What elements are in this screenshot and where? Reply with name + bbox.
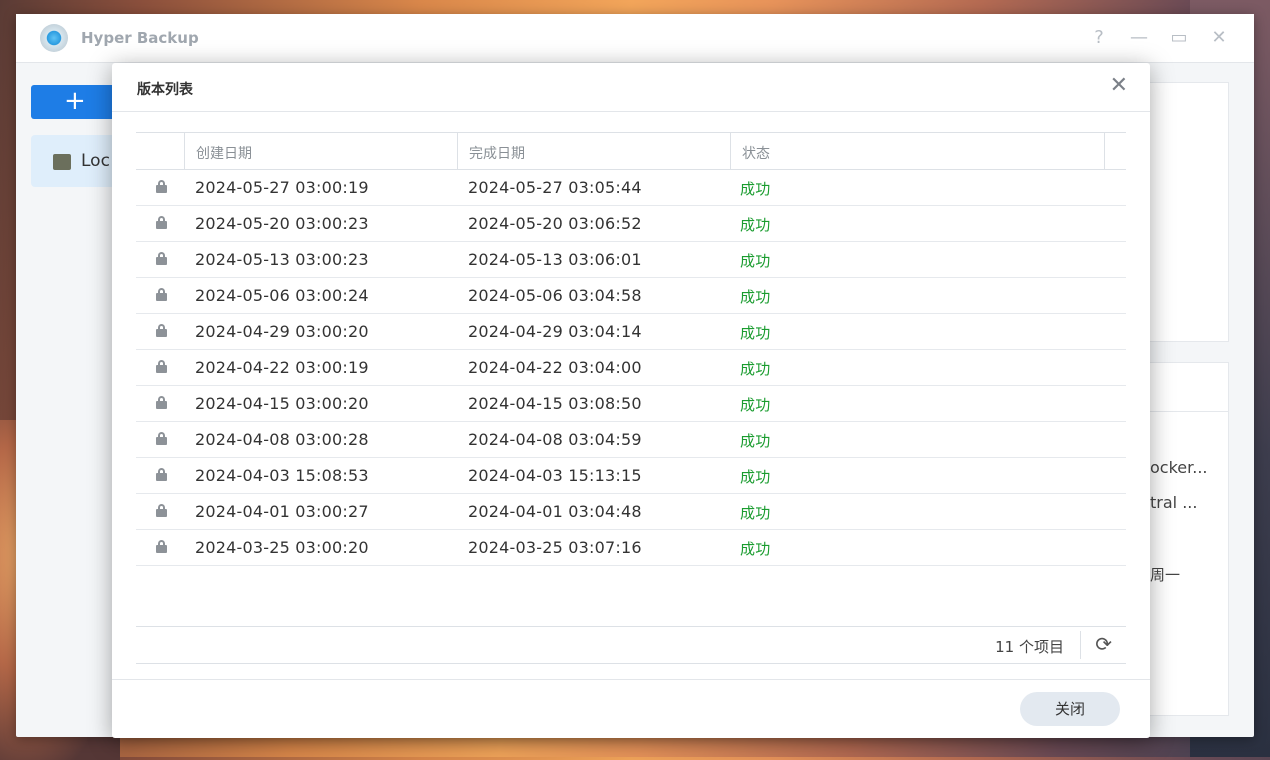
lock-icon [156, 468, 167, 481]
column-divider [184, 133, 185, 169]
refresh-icon[interactable]: ⟳ [1095, 632, 1112, 656]
cell-completed: 2024-05-06 03:04:58 [468, 286, 642, 305]
add-task-button[interactable]: + [31, 85, 115, 119]
cell-created: 2024-04-01 03:00:27 [195, 502, 369, 521]
cell-created: 2024-05-06 03:00:24 [195, 286, 369, 305]
item-count: 11 个项目 [995, 638, 1064, 656]
details-text-3: 周一 [1150, 566, 1181, 584]
cell-status: 成功 [740, 396, 771, 414]
table-row[interactable]: 2024-03-25 03:00:20 2024-03-25 03:07:16 成功 [136, 530, 1126, 566]
cell-status: 成功 [740, 288, 771, 306]
window-close-icon[interactable]: ✕ [1208, 27, 1230, 49]
lock-icon [156, 216, 167, 229]
close-button[interactable]: 关闭 [1020, 692, 1120, 726]
task-summary-panel [1144, 82, 1229, 342]
table-row[interactable]: 2024-05-13 03:00:23 2024-05-13 03:06:01 成功 [136, 242, 1126, 278]
cell-completed: 2024-05-13 03:06:01 [468, 250, 642, 269]
table-row[interactable]: 2024-04-29 03:00:20 2024-04-29 03:04:14 成功 [136, 314, 1126, 350]
column-divider [730, 133, 731, 169]
table-row[interactable]: 2024-04-08 03:00:28 2024-04-08 03:04:59 成功 [136, 422, 1126, 458]
dialog-close-icon[interactable]: ✕ [1110, 75, 1128, 97]
cell-completed: 2024-04-01 03:04:48 [468, 502, 642, 521]
cell-status: 成功 [740, 432, 771, 450]
window-title: Hyper Backup [81, 29, 199, 47]
lock-icon [156, 360, 167, 373]
table-row[interactable]: 2024-05-20 03:00:23 2024-05-20 03:06:52 成功 [136, 206, 1126, 242]
cell-created: 2024-04-22 03:00:19 [195, 358, 369, 377]
cell-created: 2024-04-03 15:08:53 [195, 466, 369, 485]
column-header-status[interactable]: 状态 [742, 143, 770, 163]
table-body: 2024-05-27 03:00:19 2024-05-27 03:05:44 成功… [136, 170, 1126, 566]
table-header: 创建日期 完成日期 状态 [136, 132, 1126, 170]
column-divider [457, 133, 458, 169]
minimize-icon[interactable]: — [1128, 27, 1150, 49]
table-row[interactable]: 2024-05-27 03:00:19 2024-05-27 03:05:44 成功 [136, 170, 1126, 206]
sidebar-item-label: Loc [81, 151, 110, 171]
dialog-footer-divider [112, 679, 1150, 680]
window-titlebar[interactable]: Hyper Backup ? — ▭ ✕ [16, 14, 1254, 63]
storage-icon [53, 154, 71, 170]
lock-icon [156, 504, 167, 517]
details-panel-header [1144, 363, 1228, 412]
lock-icon [156, 252, 167, 265]
table-row[interactable]: 2024-04-22 03:00:19 2024-04-22 03:04:00 成功 [136, 350, 1126, 386]
task-details-panel: ocker... tral ... 周一 [1144, 362, 1229, 716]
cell-status: 成功 [740, 504, 771, 522]
cell-status: 成功 [740, 216, 771, 234]
details-text-1: ocker... [1150, 458, 1208, 477]
cell-created: 2024-05-20 03:00:23 [195, 214, 369, 233]
lock-icon [156, 396, 167, 409]
cell-created: 2024-04-08 03:00:28 [195, 430, 369, 449]
cell-created: 2024-05-13 03:00:23 [195, 250, 369, 269]
version-list-dialog: 版本列表 ✕ 创建日期 完成日期 状态 2024-05-27 03:00:19 2… [112, 63, 1150, 738]
cell-completed: 2024-05-27 03:05:44 [468, 178, 642, 197]
cell-status: 成功 [740, 468, 771, 486]
footer-divider [1080, 631, 1081, 659]
cell-created: 2024-04-29 03:00:20 [195, 322, 369, 341]
cell-created: 2024-03-25 03:00:20 [195, 538, 369, 557]
maximize-icon[interactable]: ▭ [1168, 27, 1190, 49]
column-header-completed[interactable]: 完成日期 [469, 143, 525, 163]
lock-icon [156, 180, 167, 193]
cell-status: 成功 [740, 252, 771, 270]
cell-completed: 2024-04-03 15:13:15 [468, 466, 642, 485]
lock-icon [156, 324, 167, 337]
table-row[interactable]: 2024-05-06 03:00:24 2024-05-06 03:04:58 成功 [136, 278, 1126, 314]
hyper-backup-logo-icon [40, 24, 68, 52]
dialog-header: 版本列表 ✕ [112, 63, 1150, 112]
cell-completed: 2024-04-15 03:08:50 [468, 394, 642, 413]
column-header-created[interactable]: 创建日期 [196, 143, 252, 163]
cell-completed: 2024-04-29 03:04:14 [468, 322, 642, 341]
lock-icon [156, 288, 167, 301]
table-row[interactable]: 2024-04-15 03:00:20 2024-04-15 03:08:50 成功 [136, 386, 1126, 422]
column-divider [1104, 133, 1105, 169]
cell-created: 2024-05-27 03:00:19 [195, 178, 369, 197]
cell-status: 成功 [740, 324, 771, 342]
lock-icon [156, 540, 167, 553]
lock-icon [156, 432, 167, 445]
table-row[interactable]: 2024-04-03 15:08:53 2024-04-03 15:13:15 成功 [136, 458, 1126, 494]
cell-completed: 2024-04-22 03:04:00 [468, 358, 642, 377]
table-row[interactable]: 2024-04-01 03:00:27 2024-04-01 03:04:48 成功 [136, 494, 1126, 530]
cell-status: 成功 [740, 540, 771, 558]
version-table: 创建日期 完成日期 状态 2024-05-27 03:00:19 2024-05-… [136, 132, 1126, 566]
cell-completed: 2024-05-20 03:06:52 [468, 214, 642, 233]
cell-status: 成功 [740, 180, 771, 198]
table-footer: 11 个项目 ⟳ [136, 626, 1126, 664]
dialog-title: 版本列表 [137, 82, 193, 98]
cell-completed: 2024-03-25 03:07:16 [468, 538, 642, 557]
cell-created: 2024-04-15 03:00:20 [195, 394, 369, 413]
help-icon[interactable]: ? [1088, 27, 1110, 49]
cell-completed: 2024-04-08 03:04:59 [468, 430, 642, 449]
details-text-2: tral ... [1150, 493, 1198, 512]
cell-status: 成功 [740, 360, 771, 378]
